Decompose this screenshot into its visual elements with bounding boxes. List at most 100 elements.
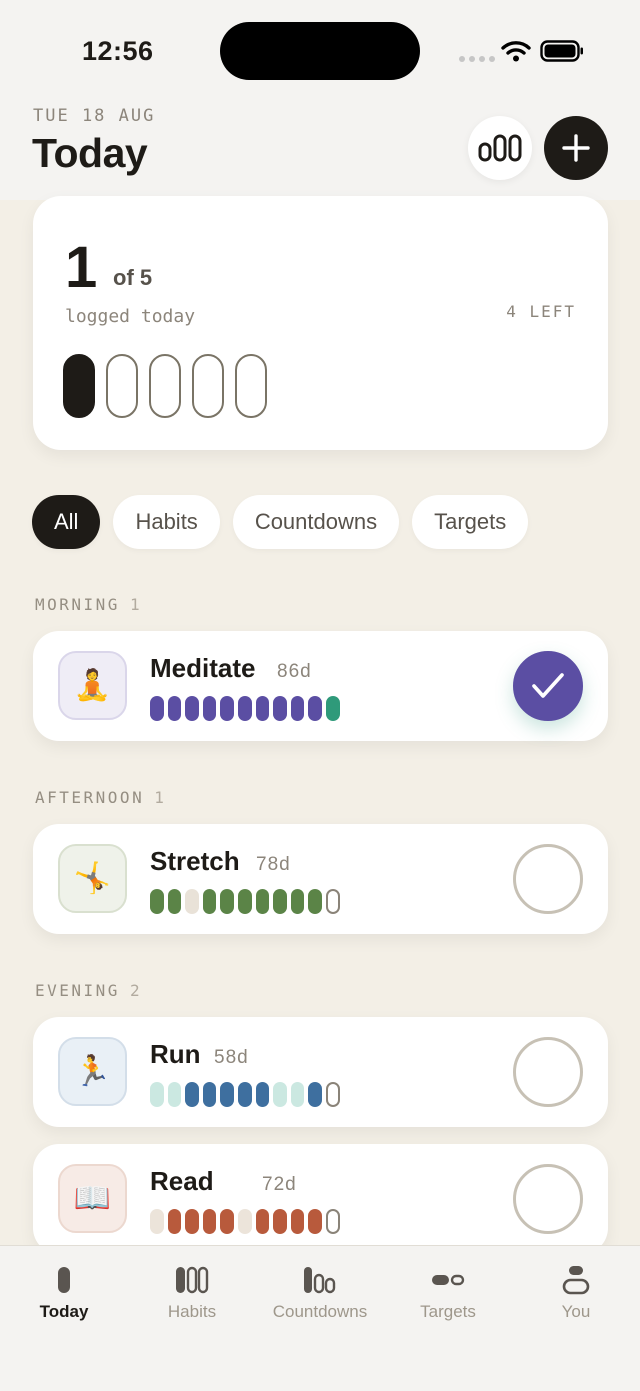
history-bar [202, 696, 217, 721]
section-count: 2 [129, 981, 143, 1000]
tile-emoji: 🏃 [73, 1055, 112, 1088]
history-bar [220, 1082, 234, 1107]
battery-icon [540, 40, 583, 62]
complete-toggle[interactable] [513, 1037, 583, 1107]
habit-card-read[interactable]: 📖 Read 72d [33, 1144, 608, 1254]
habit-history-bars [150, 1082, 340, 1107]
meditate-icon: 🧘 [58, 651, 127, 720]
habit-streak-days: 78d [256, 854, 291, 875]
history-bar [150, 696, 164, 721]
logged-count: 1 [65, 235, 98, 300]
stats-icon [478, 134, 522, 162]
profile-icon [562, 1266, 590, 1295]
complete-toggle[interactable] [513, 844, 583, 914]
history-bar [273, 696, 287, 721]
section-afternoon: AFTERNOON 1 [35, 788, 166, 807]
history-bar [255, 889, 270, 914]
run-icon: 🏃 [58, 1037, 127, 1106]
filter-countdowns[interactable]: Countdowns [232, 495, 400, 549]
habit-name: Run [150, 1039, 201, 1069]
habit-name: Meditate [150, 653, 256, 683]
history-bar [150, 889, 164, 914]
history-bar [202, 889, 217, 914]
history-bar [220, 889, 234, 914]
tab-countdowns[interactable]: Countdowns [256, 1246, 384, 1346]
habit-streak-days: 72d [262, 1174, 297, 1195]
history-bar [185, 889, 199, 914]
checkmark-icon [532, 673, 564, 698]
history-bar [290, 696, 305, 721]
history-bar [255, 696, 270, 721]
filter-targets[interactable]: Targets [412, 495, 529, 549]
history-bar [325, 1209, 340, 1234]
tab-bar: Today Habits Countdowns Targets You [0, 1245, 640, 1391]
habit-name: Stretch [150, 846, 240, 876]
habit-history-bars [150, 889, 340, 914]
tab-today[interactable]: Today [0, 1246, 128, 1346]
habit-card-run[interactable]: 🏃 Run 58d [33, 1017, 608, 1127]
habit-card-meditate[interactable]: 🧘 Meditate 86d [33, 631, 608, 741]
history-bar [237, 1209, 252, 1234]
stats-button[interactable] [468, 116, 532, 180]
tab-label: Targets [420, 1302, 476, 1321]
history-bar [255, 1209, 270, 1234]
progress-pills [63, 354, 267, 418]
history-bar [325, 1082, 340, 1107]
current-date: TUE 18 AUG [33, 106, 156, 126]
history-bar [202, 1082, 217, 1107]
history-bar [325, 889, 340, 914]
dynamic-island [220, 22, 420, 80]
complete-toggle[interactable] [513, 1164, 583, 1234]
tab-habits[interactable]: Habits [128, 1246, 256, 1346]
plus-icon [562, 134, 590, 162]
section-morning: MORNING 1 [35, 595, 142, 614]
section-label: EVENING [35, 981, 120, 1000]
history-bar [237, 1082, 252, 1107]
history-bar [220, 1209, 234, 1234]
history-bar [308, 1082, 322, 1107]
read-icon: 📖 [58, 1164, 127, 1233]
history-bar [185, 1082, 199, 1107]
history-bar [167, 696, 182, 721]
filter-all[interactable]: All [32, 495, 101, 549]
history-bar [237, 889, 252, 914]
history-bar [255, 1082, 270, 1107]
history-bar [325, 696, 340, 721]
add-button[interactable] [544, 116, 608, 180]
stretch-icon: 🤸 [58, 844, 127, 913]
progress-pill [106, 354, 138, 418]
page-title: Today [32, 130, 148, 176]
habit-card-stretch[interactable]: 🤸 Stretch 78d [33, 824, 608, 934]
history-bar [202, 1209, 217, 1234]
section-count: 1 [129, 595, 143, 614]
history-bar [290, 889, 305, 914]
complete-toggle[interactable] [513, 651, 583, 721]
history-bar [167, 1082, 182, 1107]
history-bar [185, 696, 199, 721]
wifi-icon [501, 41, 531, 62]
tile-emoji: 🧘 [73, 669, 112, 702]
habit-history-bars [150, 696, 340, 721]
remaining-label: 4 LEFT [506, 302, 576, 321]
habit-streak-days: 58d [214, 1047, 249, 1068]
filter-habits[interactable]: Habits [113, 495, 220, 549]
habit-streak-days: 86d [277, 661, 312, 682]
section-label: MORNING [35, 595, 120, 614]
tab-targets[interactable]: Targets [384, 1246, 512, 1346]
section-count: 1 [154, 788, 167, 807]
habits-icon [176, 1266, 209, 1294]
tab-you[interactable]: You [512, 1246, 640, 1346]
history-bar [308, 696, 322, 721]
total-count: of 5 [113, 265, 153, 290]
daily-summary-card: 1 of 5 logged today 4 LEFT [33, 196, 608, 450]
tab-label: You [561, 1302, 591, 1321]
progress-pill [63, 354, 95, 418]
section-label: AFTERNOON [35, 788, 145, 807]
history-bar [150, 1209, 164, 1234]
history-bar [150, 1082, 164, 1107]
habit-history-bars [150, 1209, 340, 1234]
progress-pill [192, 354, 224, 418]
history-bar [273, 1209, 287, 1234]
tab-label: Today [39, 1302, 89, 1321]
status-bar: 12:56 [0, 0, 640, 100]
